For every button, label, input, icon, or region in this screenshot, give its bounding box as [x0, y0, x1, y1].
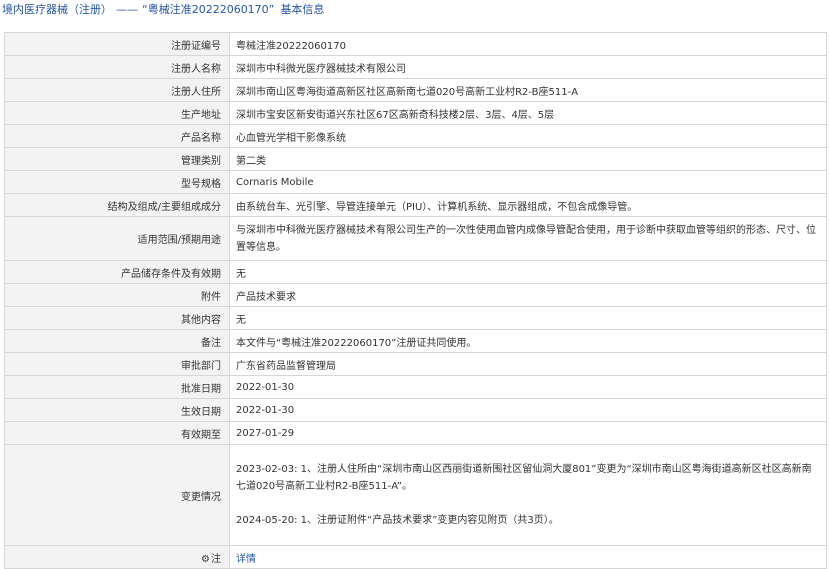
- row-label: 有效期至: [4, 421, 230, 445]
- row-value: 深圳市宝安区新安街道兴东社区67区高新奇科技楼2层、3层、4层、5层: [229, 101, 827, 125]
- table-row: 产品储存条件及有效期 无: [4, 260, 827, 284]
- row-value: 广东省药品监督管理局: [229, 352, 827, 376]
- table-row: 附件 产品技术要求: [4, 283, 827, 307]
- table-row: 注册证编号 粤械注准20222060170: [4, 32, 827, 56]
- table-row: 型号规格 Cornaris Mobile: [4, 170, 827, 194]
- table-row-note: ⚙注 详情: [4, 545, 827, 569]
- change-entry: 2024-05-20: 1、注册证附件“产品技术要求”变更内容见附页（共3页）。: [236, 515, 559, 526]
- row-label: 批准日期: [4, 375, 230, 399]
- table-row-changes: 变更情况 2023-02-03: 1、注册人住所由“深圳市南山区西丽街道新围社区…: [4, 444, 827, 546]
- row-value: 深圳市南山区粤海街道高新区社区高新南七道020号高新工业村R2-B座511-A: [229, 78, 827, 102]
- row-value: 深圳市中科微光医疗器械技术有限公司: [229, 55, 827, 79]
- row-value: 无: [229, 306, 827, 330]
- change-entry: 2023-02-03: 1、注册人住所由“深圳市南山区西丽街道新围社区留仙洞大厦…: [236, 464, 812, 492]
- table-row: 生产地址 深圳市宝安区新安街道兴东社区67区高新奇科技楼2层、3层、4层、5层: [4, 101, 827, 125]
- row-value: 本文件与“粤械注准20222060170”注册证共同使用。: [229, 329, 827, 353]
- row-label: 适用范围/预期用途: [4, 216, 230, 261]
- row-label: 注册人名称: [4, 55, 230, 79]
- row-label: 生效日期: [4, 398, 230, 422]
- table-row: 适用范围/预期用途 与深圳市中科微光医疗器械技术有限公司生产的一次性使用血管内成…: [4, 216, 827, 261]
- registration-info-table: 注册证编号 粤械注准20222060170 注册人名称 深圳市中科微光医疗器械技…: [4, 32, 827, 569]
- row-value: Cornaris Mobile: [229, 170, 827, 194]
- table-row: 注册人名称 深圳市中科微光医疗器械技术有限公司: [4, 55, 827, 79]
- table-row: 其他内容 无: [4, 306, 827, 330]
- row-label: 其他内容: [4, 306, 230, 330]
- row-label: 审批部门: [4, 352, 230, 376]
- row-label: 注册证编号: [4, 32, 230, 56]
- header-dash: ——: [116, 3, 138, 16]
- row-label: 注册人住所: [4, 78, 230, 102]
- row-value: 2022-01-30: [229, 398, 827, 422]
- table-row: 产品名称 心血管光学相干影像系统: [4, 124, 827, 148]
- row-label: 附件: [4, 283, 230, 307]
- row-value: 第二类: [229, 147, 827, 171]
- table-row: 审批部门 广东省药品监督管理局: [4, 352, 827, 376]
- row-label: 结构及组成/主要组成成分: [4, 193, 230, 217]
- page-header: 境内医疗器械（注册） —— “粤械注准20222060170” 基本信息: [0, 0, 829, 20]
- header-category-link[interactable]: 境内医疗器械（注册）: [2, 3, 112, 16]
- table-row: 生效日期 2022-01-30: [4, 398, 827, 422]
- table-row: 备注 本文件与“粤械注准20222060170”注册证共同使用。: [4, 329, 827, 353]
- change-history: 2023-02-03: 1、注册人住所由“深圳市南山区西丽街道新围社区留仙洞大厦…: [236, 461, 820, 529]
- row-value: 2027-01-29: [229, 421, 827, 445]
- row-value: 产品技术要求: [229, 283, 827, 307]
- header-record-title: “粤械注准20222060170”: [142, 3, 275, 16]
- row-value: 粤械注准20222060170: [229, 32, 827, 56]
- row-label: 产品储存条件及有效期: [4, 260, 230, 284]
- row-label: 变更情况: [4, 444, 230, 546]
- row-value: 无: [229, 260, 827, 284]
- table-row: 管理类别 第二类: [4, 147, 827, 171]
- row-value: 2022-01-30: [229, 375, 827, 399]
- row-label: 注: [211, 553, 221, 565]
- row-label: 备注: [4, 329, 230, 353]
- table-row: 批准日期 2022-01-30: [4, 375, 827, 399]
- table-row: 注册人住所 深圳市南山区粤海街道高新区社区高新南七道020号高新工业村R2-B座…: [4, 78, 827, 102]
- row-label: 管理类别: [4, 147, 230, 171]
- row-label: 生产地址: [4, 101, 230, 125]
- table-row: 有效期至 2027-01-29: [4, 421, 827, 445]
- gear-icon: ⚙: [201, 553, 210, 565]
- table-row: 结构及组成/主要组成成分 由系统台车、光引擎、导管连接单元（PIU）、计算机系统…: [4, 193, 827, 217]
- row-label: 产品名称: [4, 124, 230, 148]
- row-label: 型号规格: [4, 170, 230, 194]
- row-value: 心血管光学相干影像系统: [229, 124, 827, 148]
- row-value: 由系统台车、光引擎、导管连接单元（PIU）、计算机系统、显示器组成，不包含成像导…: [229, 193, 827, 217]
- header-suffix: 基本信息: [280, 3, 325, 16]
- details-link[interactable]: 详情: [236, 554, 256, 565]
- row-value: 与深圳市中科微光医疗器械技术有限公司生产的一次性使用血管内成像导管配合使用，用于…: [236, 224, 816, 253]
